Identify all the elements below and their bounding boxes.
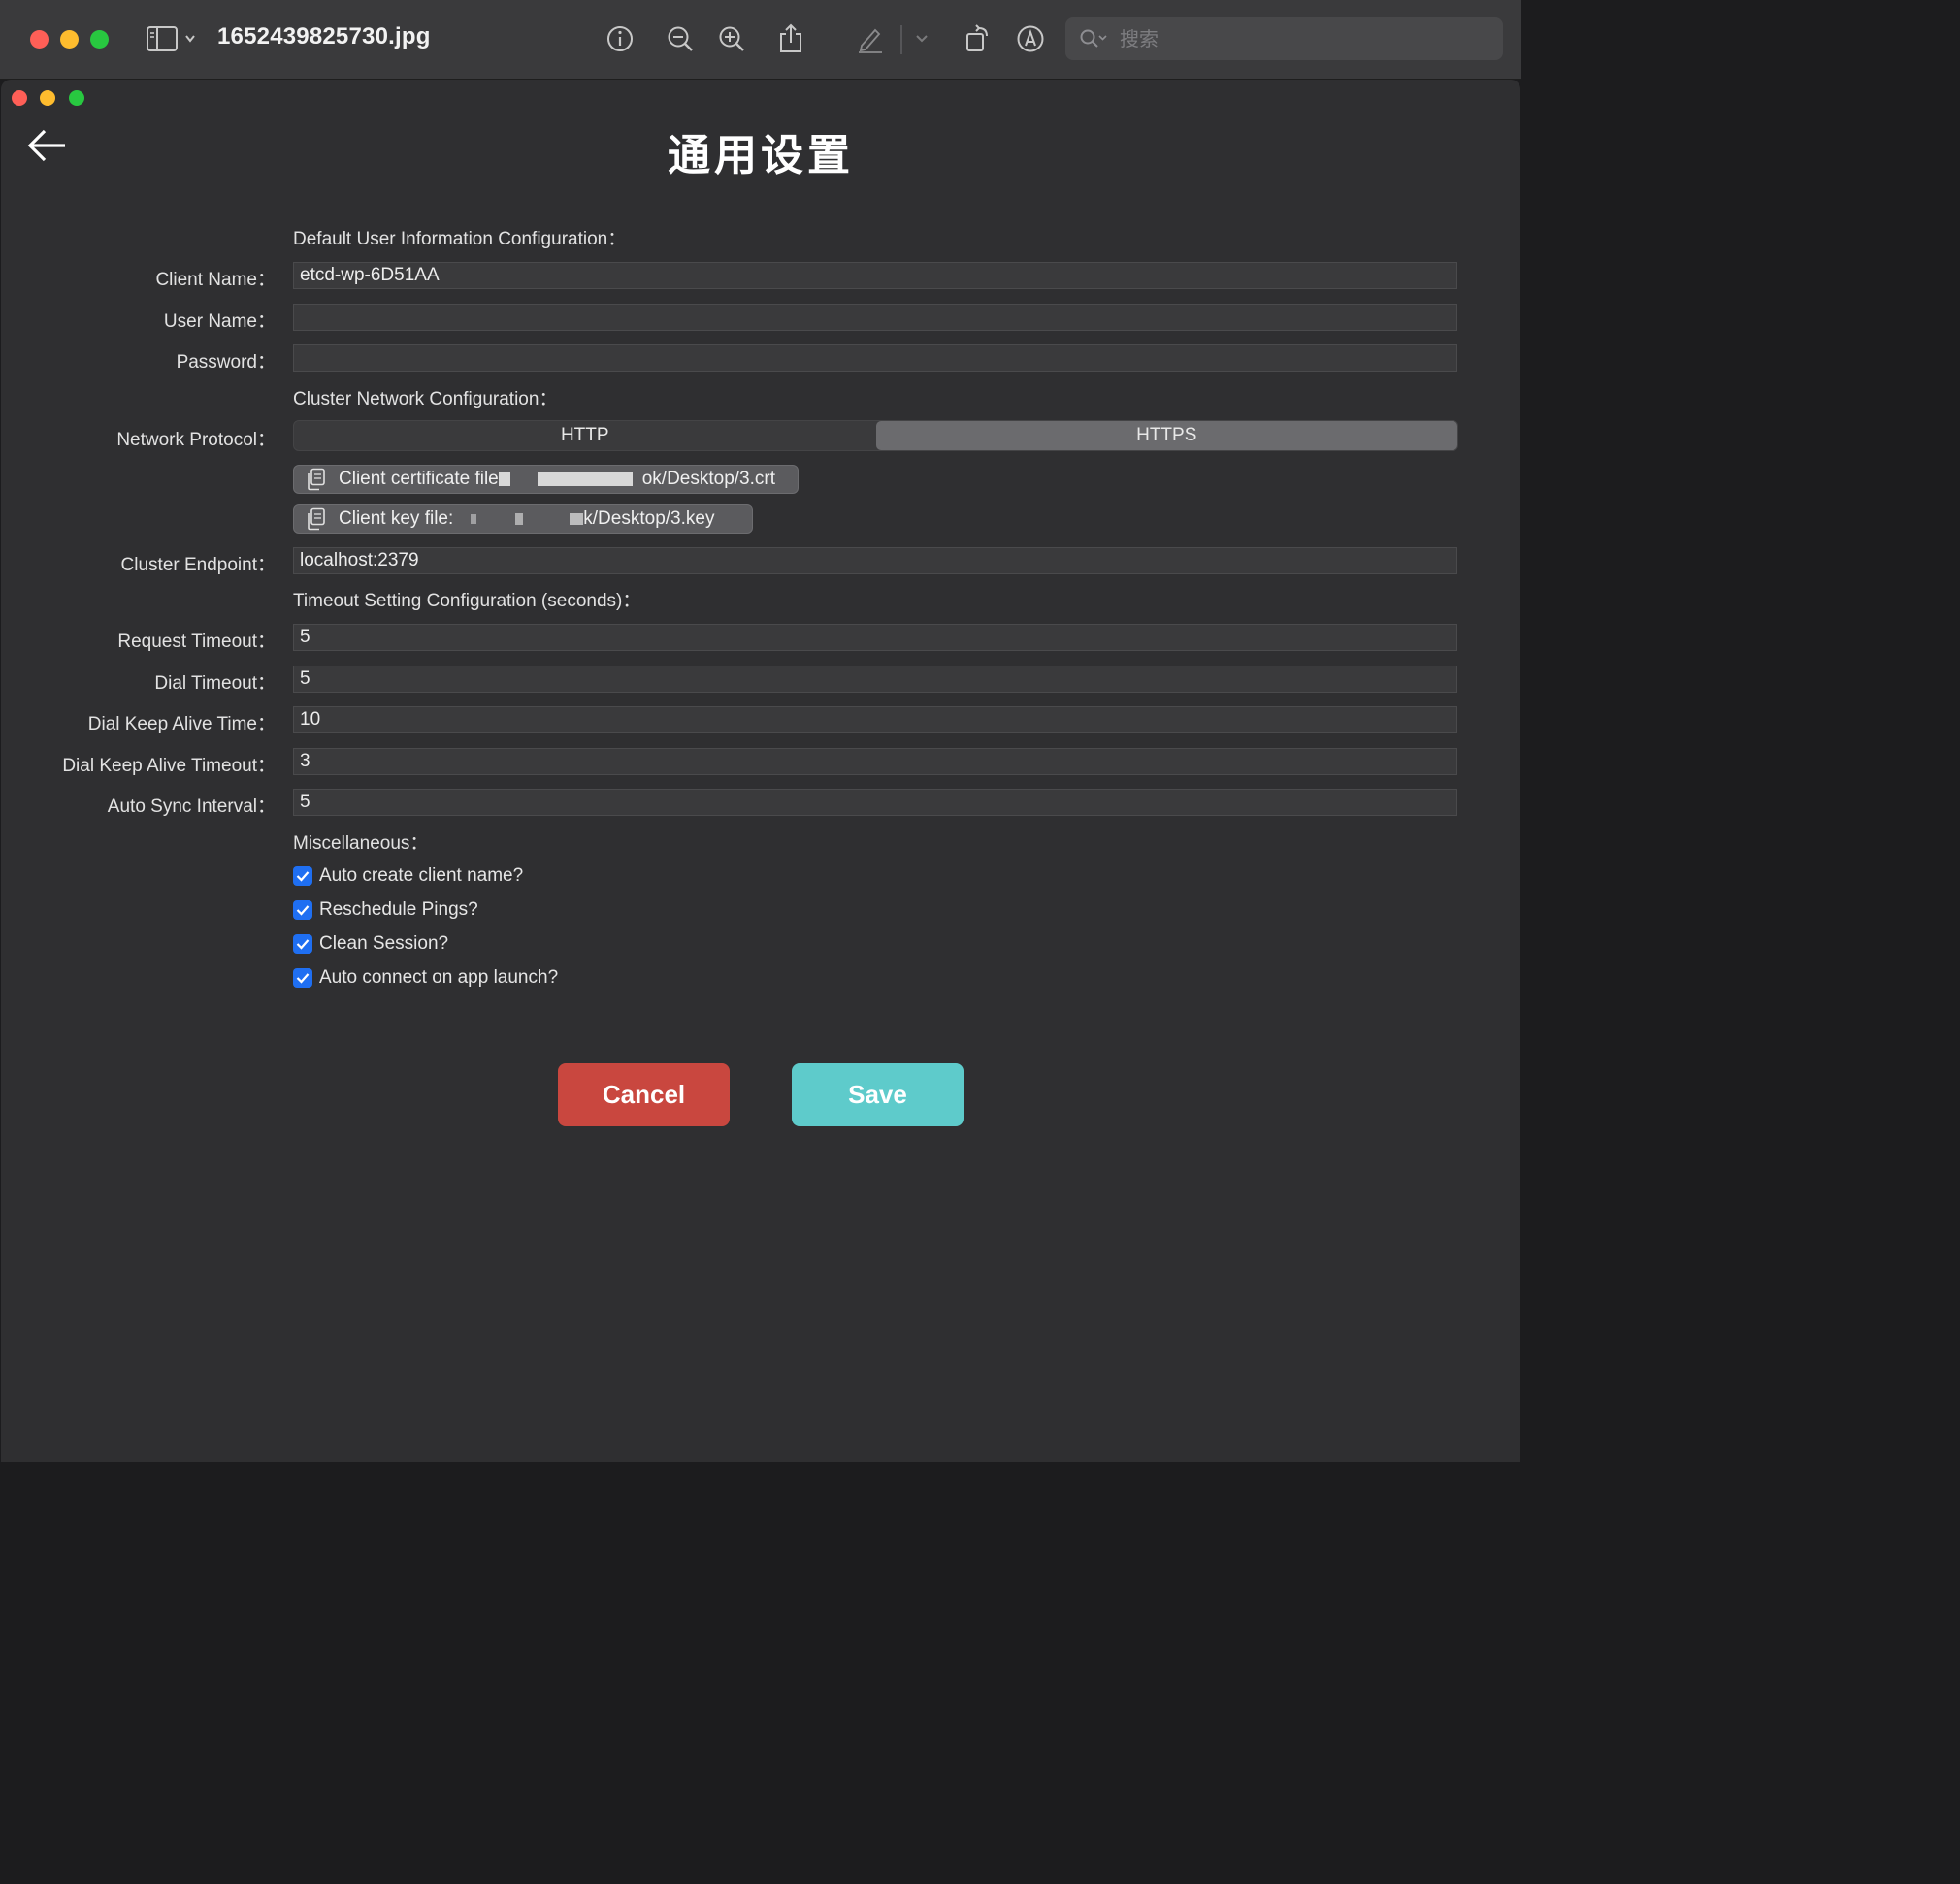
checkbox-label: Auto create client name? [319, 865, 524, 886]
page-title: 通用设置 [668, 131, 854, 180]
client-name-field[interactable] [293, 262, 1457, 289]
document-icon [306, 507, 327, 531]
auto-create-client-name-checkbox[interactable]: Auto create client name? [293, 865, 523, 887]
checkmark-icon[interactable] [293, 900, 312, 920]
preview-toolbar: 1652439825730.jpg [0, 0, 1521, 80]
save-button[interactable]: Save [792, 1063, 964, 1126]
client-key-file-button[interactable]: Client key file: k/Desktop/3.key [293, 504, 753, 534]
chevron-down-icon [916, 35, 928, 43]
protocol-http-option[interactable]: HTTP [294, 421, 876, 450]
search-icon [1080, 29, 1107, 48]
client-certificate-file-button[interactable]: Client certificate file ok/Desktop/3.crt [293, 465, 799, 494]
section-timeout: Timeout Setting Configuration (seconds)： [293, 591, 641, 611]
redacted-path [537, 472, 633, 486]
app-close-button[interactable] [12, 90, 27, 106]
request-timeout-label: Request Timeout： [117, 632, 276, 652]
redacted-path [515, 513, 524, 525]
redacted-path [498, 472, 510, 486]
zoom-out-icon [668, 26, 693, 51]
zoom-in-button[interactable] [715, 19, 748, 58]
markup-button[interactable] [854, 19, 887, 58]
checkbox-label: Auto connect on app launch? [319, 967, 559, 988]
settings-window: 通用设置 Default User Information Configurat… [1, 80, 1520, 1462]
rotate-icon [966, 24, 988, 51]
auto-sync-interval-field[interactable] [293, 789, 1457, 816]
cancel-button[interactable]: Cancel [558, 1063, 730, 1126]
share-icon [780, 23, 801, 52]
client-certificate-file-label: Client certificate file [339, 469, 499, 489]
annotate-button[interactable] [1015, 19, 1046, 58]
request-timeout-field[interactable] [293, 624, 1457, 651]
client-certificate-path: ok/Desktop/3.crt [641, 469, 776, 489]
document-icon [306, 468, 327, 491]
pen-icon [859, 28, 882, 53]
search-input[interactable] [1118, 26, 1467, 51]
sidebar-icon [147, 26, 195, 51]
protocol-https-option[interactable]: HTTPS [875, 421, 1457, 450]
dial-timeout-field[interactable] [293, 666, 1457, 693]
document-title: 1652439825730.jpg [217, 23, 431, 49]
client-key-path: k/Desktop/3.key [583, 508, 715, 529]
checkbox-label: Reschedule Pings? [319, 899, 478, 920]
sidebar-toggle-button[interactable] [146, 19, 200, 58]
cluster-endpoint-label: Cluster Endpoint： [120, 555, 276, 575]
markup-menu-button[interactable] [912, 19, 931, 58]
share-button[interactable] [776, 19, 805, 58]
dial-keep-alive-time-label: Dial Keep Alive Time： [87, 714, 276, 734]
client-name-label: Client Name： [155, 270, 276, 290]
redacted-path [570, 513, 584, 525]
password-label: Password： [176, 352, 276, 373]
network-protocol-label: Network Protocol： [116, 430, 276, 450]
dial-keep-alive-timeout-label: Dial Keep Alive Timeout： [62, 756, 276, 776]
user-name-field[interactable] [293, 304, 1457, 331]
user-name-label: User Name： [163, 311, 276, 332]
checkbox-label: Clean Session? [319, 933, 449, 954]
toolbar-divider [900, 25, 902, 54]
zoom-window-button[interactable] [90, 30, 109, 49]
dial-keep-alive-time-field[interactable] [293, 706, 1457, 733]
section-user-info: Default User Information Configuration： [293, 229, 627, 249]
rotate-button[interactable] [963, 19, 994, 58]
clean-session-checkbox[interactable]: Clean Session? [293, 933, 448, 955]
password-field[interactable] [293, 344, 1457, 372]
dial-timeout-label: Dial Timeout： [154, 673, 276, 694]
close-window-button[interactable] [30, 30, 49, 49]
checkmark-icon[interactable] [293, 934, 312, 954]
zoom-out-button[interactable] [664, 19, 697, 58]
reschedule-pings-checkbox[interactable]: Reschedule Pings? [293, 899, 478, 921]
annotate-icon [1017, 25, 1044, 52]
client-key-file-label: Client key file: [339, 508, 454, 529]
section-misc: Miscellaneous： [293, 833, 429, 854]
network-protocol-selector[interactable]: HTTP HTTPS [293, 420, 1458, 451]
search-field[interactable] [1065, 17, 1503, 60]
redacted-path [471, 514, 477, 524]
info-button[interactable] [604, 19, 637, 58]
auto-connect-checkbox[interactable]: Auto connect on app launch? [293, 967, 558, 989]
info-icon [607, 26, 633, 51]
minimize-window-button[interactable] [60, 30, 79, 49]
dial-keep-alive-timeout-field[interactable] [293, 748, 1457, 775]
app-minimize-button[interactable] [40, 90, 55, 106]
app-zoom-button[interactable] [69, 90, 84, 106]
auto-sync-interval-label: Auto Sync Interval： [107, 796, 276, 817]
checkmark-icon[interactable] [293, 968, 312, 988]
checkmark-icon[interactable] [293, 866, 312, 886]
cluster-endpoint-field[interactable] [293, 547, 1457, 574]
section-network: Cluster Network Configuration： [293, 389, 558, 409]
zoom-in-icon [719, 26, 744, 51]
